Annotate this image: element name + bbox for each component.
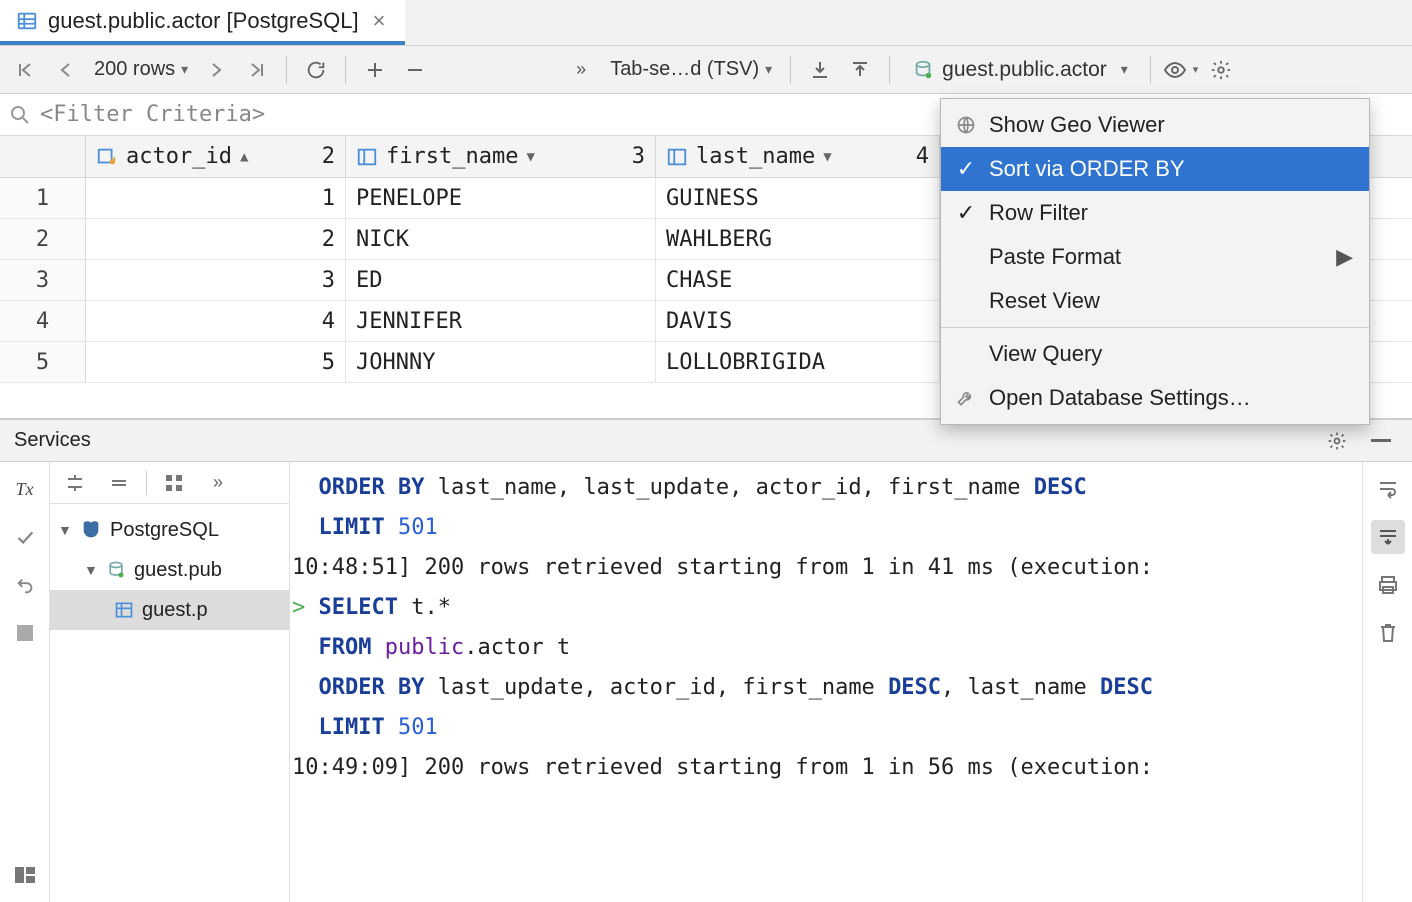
menu-open-database-settings[interactable]: Open Database Settings… — [941, 376, 1369, 420]
services-header: Services — [0, 420, 1412, 462]
cell-actor-id[interactable]: 1 — [86, 178, 346, 218]
row-number: 5 — [0, 342, 86, 382]
scroll-to-end-button[interactable] — [1371, 520, 1405, 554]
services-tree: ▼ PostgreSQL ▼ guest.pub guest.p — [50, 504, 289, 636]
services-settings-button[interactable] — [1320, 424, 1354, 458]
services-left-toolbar: Tx — [0, 462, 50, 902]
first-page-button[interactable] — [8, 53, 42, 87]
column-icon — [356, 146, 378, 168]
tree-collapse-icon: ▼ — [84, 562, 98, 578]
services-hide-button[interactable] — [1364, 424, 1398, 458]
layout-button[interactable] — [8, 858, 42, 892]
sort-desc-icon: ▼ — [526, 149, 534, 165]
services-right-toolbar — [1362, 462, 1412, 902]
check-icon: ✓ — [955, 156, 977, 182]
tree-collapse-icon: ▼ — [58, 522, 72, 538]
settings-button[interactable] — [1204, 53, 1238, 87]
services-tree-pane: » ▼ PostgreSQL ▼ guest.pub guest.p — [50, 462, 290, 902]
more-tree-button[interactable]: » — [201, 466, 235, 500]
add-row-button[interactable] — [358, 53, 392, 87]
expand-all-button[interactable] — [58, 466, 92, 500]
table-icon — [16, 10, 38, 32]
tree-datasource[interactable]: ▼ PostgreSQL — [50, 510, 289, 550]
clear-button[interactable] — [1371, 616, 1405, 650]
download-button[interactable] — [803, 53, 837, 87]
wrap-button[interactable] — [1371, 472, 1405, 506]
services-console[interactable]: ORDER BY last_name, last_update, actor_i… — [290, 462, 1362, 902]
submenu-arrow-icon: ▶ — [1336, 244, 1353, 270]
row-count-dropdown[interactable]: 200 rows▾ — [88, 53, 194, 87]
column-header-last-name[interactable]: last_name ▼ 4 — [656, 136, 940, 177]
row-number-header — [0, 136, 86, 177]
menu-view-query[interactable]: View Query — [941, 332, 1369, 376]
menu-sort-via-order-by[interactable]: ✓ Sort via ORDER BY — [941, 147, 1369, 191]
rollback-button[interactable] — [8, 568, 42, 602]
datasource-icon — [912, 59, 934, 81]
table-icon — [114, 600, 134, 620]
menu-show-geo-viewer[interactable]: Show Geo Viewer — [941, 103, 1369, 147]
print-button[interactable] — [1371, 568, 1405, 602]
tab-title: guest.public.actor [PostgreSQL] — [48, 8, 359, 34]
wrench-icon — [955, 388, 977, 408]
stop-button[interactable] — [8, 616, 42, 650]
menu-paste-format[interactable]: Paste Format ▶ — [941, 235, 1369, 279]
search-icon — [10, 105, 30, 125]
sort-desc-icon: ▼ — [823, 149, 831, 165]
commit-button[interactable] — [8, 520, 42, 554]
view-options-button[interactable]: ▾ — [1163, 53, 1199, 87]
editor-tab[interactable]: guest.public.actor [PostgreSQL] × — [0, 0, 405, 45]
row-number: 2 — [0, 219, 86, 259]
tree-connection[interactable]: ▼ guest.pub — [50, 550, 289, 590]
pk-column-icon — [96, 146, 118, 168]
prev-page-button[interactable] — [48, 53, 82, 87]
column-icon — [666, 146, 688, 168]
cell-first-name[interactable]: PENELOPE — [346, 178, 656, 218]
row-number: 3 — [0, 260, 86, 300]
column-header-first-name[interactable]: first_name ▼ 3 — [346, 136, 656, 177]
postgres-icon — [80, 519, 102, 541]
datasource-selector[interactable]: guest.public.actor ▾ — [902, 53, 1138, 87]
menu-separator — [941, 327, 1369, 328]
services-title: Services — [14, 429, 91, 452]
data-toolbar: 200 rows▾ » Tab-se…d (TSV)▾ guest.public… — [0, 46, 1412, 94]
sort-asc-icon: ▲ — [240, 149, 248, 165]
chevron-down-icon: ▾ — [181, 61, 188, 78]
filter-placeholder: <Filter Criteria> — [40, 102, 265, 127]
group-button[interactable] — [157, 466, 191, 500]
chevron-down-icon: ▾ — [1121, 61, 1128, 78]
services-panel: Services Tx » ▼ — [0, 418, 1412, 902]
more-actions-button[interactable]: » — [564, 53, 598, 87]
tx-button[interactable]: Tx — [8, 472, 42, 506]
column-header-actor-id[interactable]: actor_id ▲ 2 — [86, 136, 346, 177]
next-page-button[interactable] — [200, 53, 234, 87]
last-page-button[interactable] — [240, 53, 274, 87]
row-number: 1 — [0, 178, 86, 218]
menu-reset-view[interactable]: Reset View — [941, 279, 1369, 323]
upload-button[interactable] — [843, 53, 877, 87]
services-tree-toolbar: » — [50, 462, 289, 504]
globe-icon — [955, 115, 977, 135]
editor-tab-bar: guest.public.actor [PostgreSQL] × — [0, 0, 1412, 46]
datasource-icon — [106, 560, 126, 580]
remove-row-button[interactable] — [398, 53, 432, 87]
row-number: 4 — [0, 301, 86, 341]
reload-button[interactable] — [299, 53, 333, 87]
collapse-all-button[interactable] — [102, 466, 136, 500]
close-tab-button[interactable]: × — [369, 8, 390, 34]
settings-context-menu: Show Geo Viewer ✓ Sort via ORDER BY ✓ Ro… — [940, 98, 1370, 425]
chevron-down-icon: ▾ — [765, 61, 772, 78]
menu-row-filter[interactable]: ✓ Row Filter — [941, 191, 1369, 235]
tree-table[interactable]: guest.p — [50, 590, 289, 630]
check-icon: ✓ — [955, 200, 977, 226]
export-format-dropdown[interactable]: Tab-se…d (TSV)▾ — [604, 53, 778, 87]
cell-last-name[interactable]: GUINESS — [656, 178, 940, 218]
